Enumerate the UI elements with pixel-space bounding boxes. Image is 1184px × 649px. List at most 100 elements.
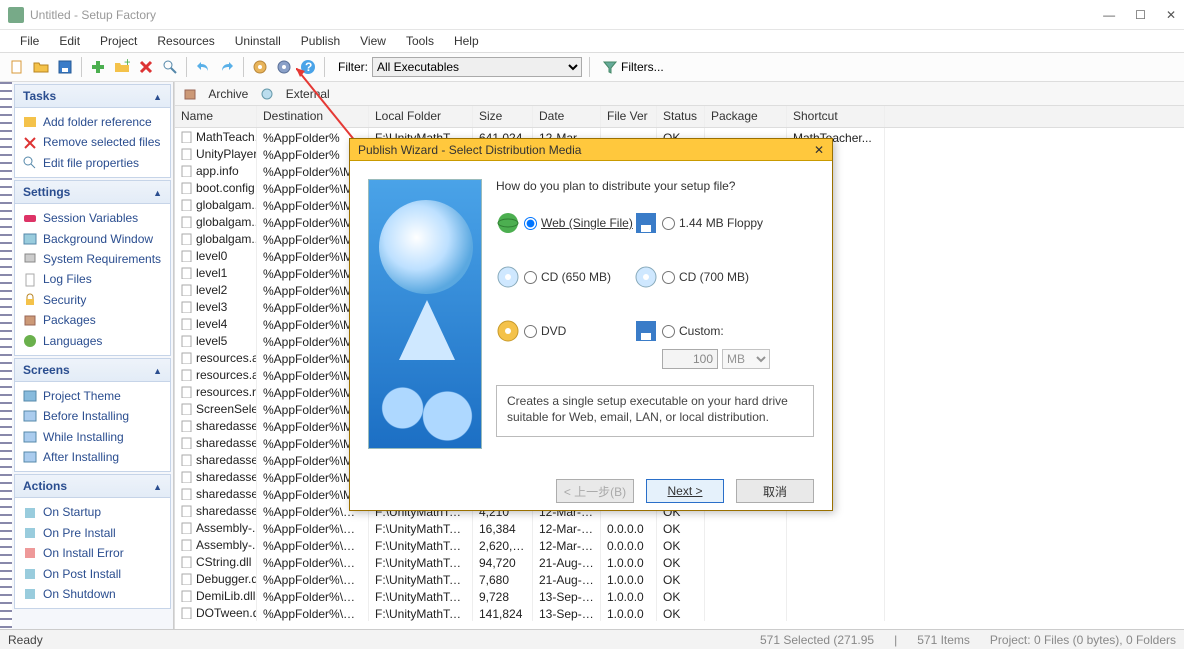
file-icon [181, 250, 193, 262]
file-icon [181, 522, 193, 534]
file-icon [181, 386, 193, 398]
header-shortcut[interactable]: Shortcut [787, 106, 885, 127]
build-button[interactable] [249, 56, 271, 78]
save-button[interactable] [54, 56, 76, 78]
help-button[interactable]: ? [297, 56, 319, 78]
open-button[interactable] [30, 56, 52, 78]
task-edit-props[interactable]: Edit file properties [21, 153, 164, 173]
table-row[interactable]: Assembly-...%AppFolder%\Mat...F:\UnityMa… [175, 536, 1184, 553]
settings-sys-req[interactable]: System Requirements [21, 249, 164, 269]
menu-view[interactable]: View [352, 32, 394, 50]
actions-startup[interactable]: On Startup [21, 502, 164, 522]
task-add-folder[interactable]: Add folder reference [21, 112, 164, 132]
settings-session-vars[interactable]: Session Variables [21, 208, 164, 228]
option-floppy[interactable]: 1.44 MB Floppy [662, 216, 782, 230]
file-icon [181, 182, 193, 194]
header-status[interactable]: Status [657, 106, 705, 127]
header-file-ver[interactable]: File Ver [601, 106, 657, 127]
file-icon [181, 318, 193, 330]
file-icon [181, 199, 193, 211]
close-button[interactable]: ✕ [1166, 8, 1176, 22]
radio-cd650[interactable] [524, 271, 537, 284]
next-button[interactable]: Next > [646, 479, 724, 503]
collapse-icon [153, 363, 162, 377]
search-button[interactable] [159, 56, 181, 78]
screens-theme[interactable]: Project Theme [21, 386, 164, 406]
table-row[interactable]: CString.dll%AppFolder%\Mat...F:\UnityMat… [175, 553, 1184, 570]
settings-log-files[interactable]: Log Files [21, 269, 164, 289]
header-date[interactable]: Date [533, 106, 601, 127]
floppy-icon [634, 319, 658, 343]
menu-resources[interactable]: Resources [149, 32, 222, 50]
settings-packages[interactable]: Packages [21, 310, 164, 330]
add-button[interactable] [87, 56, 109, 78]
menu-edit[interactable]: Edit [51, 32, 88, 50]
radio-custom[interactable] [662, 325, 675, 338]
table-row[interactable]: Assembly-...%AppFolder%\Mat...F:\UnityMa… [175, 519, 1184, 536]
file-icon [181, 505, 193, 517]
radio-dvd[interactable] [524, 325, 537, 338]
screens-while[interactable]: While Installing [21, 427, 164, 447]
option-custom[interactable]: Custom: [662, 324, 782, 338]
file-icon [181, 590, 193, 602]
menu-tools[interactable]: Tools [398, 32, 442, 50]
cancel-button[interactable]: 取消 [736, 479, 814, 503]
table-row[interactable]: DemiLib.dll%AppFolder%\Mat...F:\UnityMat… [175, 587, 1184, 604]
filters-button[interactable]: Filters... [597, 56, 669, 78]
undo-button[interactable] [192, 56, 214, 78]
minimize-button[interactable]: — [1103, 8, 1115, 22]
table-row[interactable]: Debugger.dll%AppFolder%\Mat...F:\UnityMa… [175, 570, 1184, 587]
header-destination[interactable]: Destination [257, 106, 369, 127]
menu-file[interactable]: File [12, 32, 47, 50]
new-button[interactable] [6, 56, 28, 78]
window-title: Untitled - Setup Factory [30, 8, 1103, 22]
remove-button[interactable] [135, 56, 157, 78]
file-icon [181, 539, 193, 551]
radio-web[interactable] [524, 217, 537, 230]
settings-languages[interactable]: Languages [21, 331, 164, 351]
table-row[interactable]: DOTween.dll%AppFolder%\Mat...F:\UnityMat… [175, 604, 1184, 621]
header-local-folder[interactable]: Local Folder [369, 106, 473, 127]
file-icon [181, 437, 193, 449]
actions-install-error[interactable]: On Install Error [21, 543, 164, 563]
panel-settings: Settings Session Variables Background Wi… [14, 180, 171, 356]
redo-button[interactable] [216, 56, 238, 78]
header-size[interactable]: Size [473, 106, 533, 127]
svg-text:?: ? [305, 60, 312, 74]
screens-before[interactable]: Before Installing [21, 406, 164, 426]
menu-project[interactable]: Project [92, 32, 145, 50]
tab-archive[interactable]: Archive [183, 87, 248, 101]
settings-security[interactable]: Security [21, 290, 164, 310]
sidebar: Tasks Add folder reference Remove select… [12, 82, 174, 629]
option-cd700[interactable]: CD (700 MB) [662, 270, 782, 284]
option-cd650[interactable]: CD (650 MB) [524, 270, 634, 284]
maximize-button[interactable]: ☐ [1135, 8, 1146, 22]
option-dvd[interactable]: DVD [524, 324, 634, 338]
header-package[interactable]: Package [705, 106, 787, 127]
menu-publish[interactable]: Publish [293, 32, 348, 50]
header-name[interactable]: Name [175, 106, 257, 127]
publish-button[interactable] [273, 56, 295, 78]
actions-pre-install[interactable]: On Pre Install [21, 523, 164, 543]
add-folder-button[interactable]: + [111, 56, 133, 78]
file-icon [181, 420, 193, 432]
option-web[interactable]: Web (Single File) [524, 216, 634, 230]
file-icon [181, 369, 193, 381]
radio-floppy[interactable] [662, 217, 675, 230]
filter-select[interactable]: All Executables [372, 57, 582, 77]
dialog-titlebar[interactable]: Publish Wizard - Select Distribution Med… [350, 139, 832, 161]
custom-size-input[interactable] [662, 349, 718, 369]
radio-cd700[interactable] [662, 271, 675, 284]
menu-uninstall[interactable]: Uninstall [227, 32, 289, 50]
custom-unit-select[interactable]: MB [722, 349, 770, 369]
collapse-icon [153, 479, 162, 493]
file-icon [181, 403, 193, 415]
actions-shutdown[interactable]: On Shutdown [21, 584, 164, 604]
actions-post-install[interactable]: On Post Install [21, 564, 164, 584]
menu-help[interactable]: Help [446, 32, 487, 50]
dialog-close-button[interactable]: ✕ [814, 143, 824, 157]
settings-bg-window[interactable]: Background Window [21, 229, 164, 249]
screens-after[interactable]: After Installing [21, 447, 164, 467]
tab-external[interactable]: External [260, 87, 329, 101]
task-remove-files[interactable]: Remove selected files [21, 132, 164, 152]
